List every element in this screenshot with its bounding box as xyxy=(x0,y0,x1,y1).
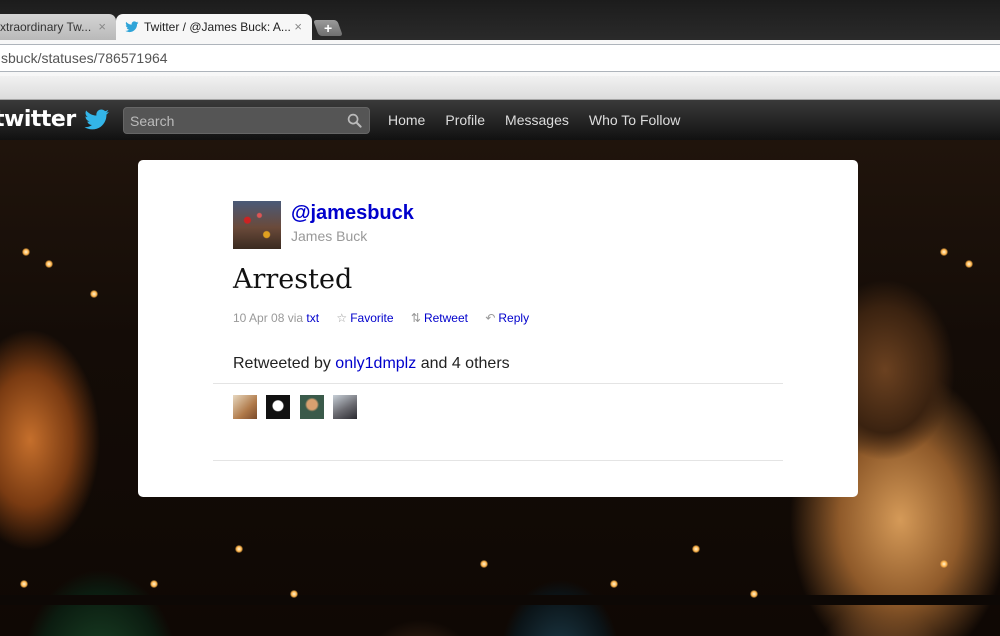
tweet-card: @jamesbuck James Buck Arrested 10 Apr 08… xyxy=(138,160,858,497)
street-light xyxy=(750,590,758,598)
url-field[interactable]: sbuck/statuses/786571964 xyxy=(0,44,1000,72)
retweeted-by-prefix: Retweeted by xyxy=(233,355,331,372)
tab-title: xtraordinary Tw... xyxy=(0,20,92,34)
favorite-button[interactable]: ☆ Favorite xyxy=(336,311,393,325)
tab-close-icon[interactable]: × xyxy=(98,14,106,40)
reply-icon: ↶ xyxy=(485,311,496,325)
divider xyxy=(213,383,783,384)
retweet-icon: ⇅ xyxy=(410,311,421,325)
via-label: via xyxy=(287,311,304,325)
twitter-bird-icon xyxy=(84,109,109,130)
new-tab-button[interactable]: + xyxy=(313,20,343,36)
retweeter-link[interactable]: only1dmplz xyxy=(335,355,416,372)
browser-tab-extraordinary[interactable]: xtraordinary Tw... × xyxy=(0,14,116,40)
reply-button[interactable]: ↶ Reply xyxy=(485,311,529,325)
street-light xyxy=(235,545,243,553)
retweeted-by: Retweeted by only1dmplz and 4 others xyxy=(233,355,510,373)
street-light xyxy=(45,260,53,268)
browser-tab-twitter[interactable]: Twitter / @James Buck: A... × xyxy=(116,14,312,40)
street-light xyxy=(20,580,28,588)
avatar[interactable] xyxy=(233,201,281,249)
twitter-bird-icon xyxy=(125,21,139,33)
street-light xyxy=(480,560,488,568)
search-icon[interactable] xyxy=(347,113,362,128)
tweet-timestamp[interactable]: 10 Apr 08 xyxy=(233,311,284,325)
street-light xyxy=(90,290,98,298)
address-bar: sbuck/statuses/786571964 xyxy=(0,40,1000,76)
browser-tab-strip: xtraordinary Tw... × Twitter / @James Bu… xyxy=(0,0,1000,40)
main-nav: Home Profile Messages Who To Follow xyxy=(378,100,690,140)
search-box xyxy=(123,107,370,134)
favorite-label: Favorite xyxy=(350,311,394,325)
nav-messages[interactable]: Messages xyxy=(495,100,579,140)
twitter-logo[interactable]: twitter xyxy=(0,106,110,134)
street-light xyxy=(610,580,618,588)
retweet-button[interactable]: ⇅ Retweet xyxy=(411,311,468,325)
street-light xyxy=(692,545,700,553)
screen-name-link[interactable]: @jamesbuck xyxy=(291,202,414,225)
retweeted-by-suffix[interactable]: and 4 others xyxy=(421,355,510,372)
street-light xyxy=(940,248,948,256)
retweeter-avatar[interactable] xyxy=(266,395,291,419)
street-light xyxy=(150,580,158,588)
retweeter-avatar[interactable] xyxy=(233,395,257,419)
retweeter-avatar[interactable] xyxy=(333,395,358,419)
photo-tile-seam xyxy=(0,595,1000,605)
full-name: James Buck xyxy=(291,228,368,244)
bookmark-bar xyxy=(0,76,1000,100)
nav-home[interactable]: Home xyxy=(378,100,435,140)
street-light xyxy=(290,590,298,598)
plus-icon: + xyxy=(323,20,333,36)
tweet-text: Arrested xyxy=(233,264,353,295)
tab-close-icon[interactable]: × xyxy=(294,14,302,40)
source-link[interactable]: txt xyxy=(306,311,319,325)
search-input[interactable] xyxy=(130,111,340,131)
nav-who-to-follow[interactable]: Who To Follow xyxy=(579,100,691,140)
star-icon: ☆ xyxy=(336,311,348,325)
street-light xyxy=(965,260,973,268)
logo-text: twitter xyxy=(0,107,76,132)
divider xyxy=(213,460,783,461)
street-light xyxy=(22,248,30,256)
retweet-label: Retweet xyxy=(423,311,468,325)
nav-profile[interactable]: Profile xyxy=(435,100,495,140)
reply-label: Reply xyxy=(498,311,530,325)
retweeter-avatar[interactable] xyxy=(299,395,324,419)
retweeter-avatars xyxy=(233,395,362,419)
street-light xyxy=(940,560,948,568)
tab-title: Twitter / @James Buck: A... xyxy=(144,20,291,34)
tweet-meta: 10 Apr 08 via txt ☆ Favorite ⇅ Retweet ↶ Re… xyxy=(233,311,529,325)
twitter-topbar: twitter HomeProfileMessagesWho To Follow xyxy=(0,100,1000,140)
